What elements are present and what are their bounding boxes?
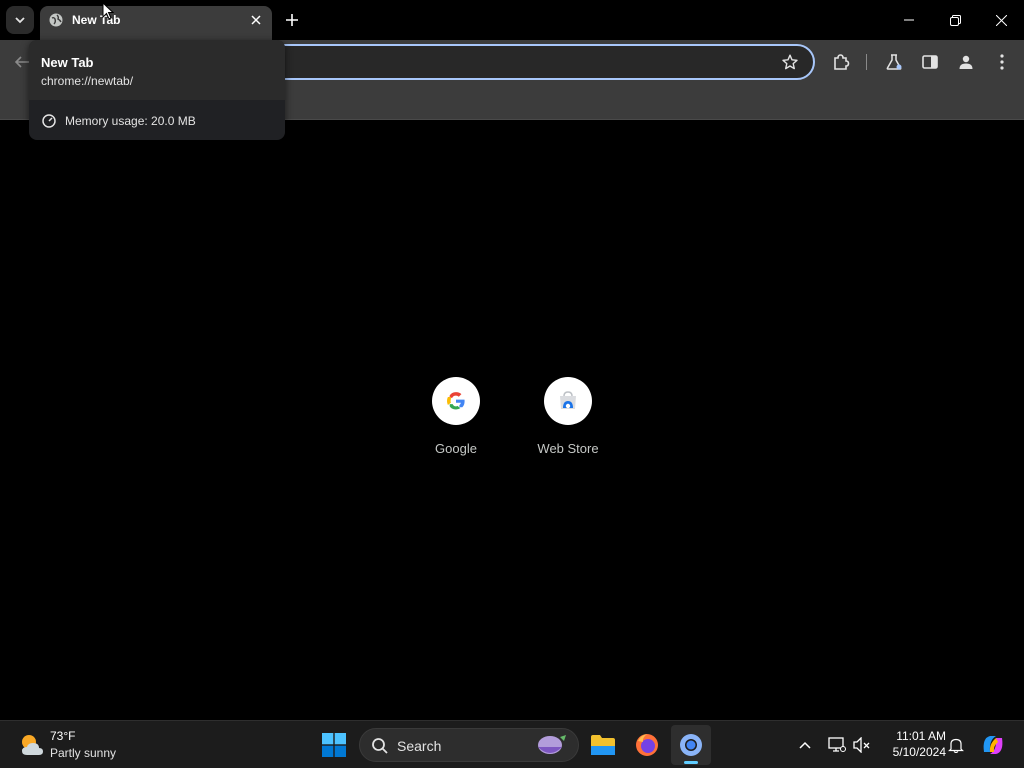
web-store-icon — [560, 391, 576, 409]
extensions-button[interactable] — [829, 50, 853, 74]
gauge-icon — [42, 114, 56, 128]
side-panel-button[interactable] — [918, 50, 942, 74]
volume-button[interactable] — [851, 734, 873, 756]
search-icon — [372, 738, 388, 754]
copilot-icon — [983, 736, 1003, 754]
chrome-icon — [680, 734, 702, 756]
profile-icon — [959, 55, 973, 69]
taskbar-file-explorer[interactable] — [583, 725, 623, 765]
labs-flask-icon — [886, 54, 902, 70]
new-tab-page: Google Web Store — [0, 121, 1024, 720]
restore-icon — [949, 14, 961, 26]
tab-close-button[interactable] — [248, 12, 264, 28]
plus-icon — [286, 14, 298, 26]
new-tab-button[interactable] — [280, 8, 304, 32]
shortcut-web-store[interactable]: Web Store — [512, 371, 624, 471]
weather-temperature: 73°F — [50, 729, 76, 743]
windows-logo-icon — [322, 733, 346, 757]
tab-hover-card: New Tab chrome://newtab/ Memory usage: 2… — [29, 40, 285, 140]
firefox-icon — [636, 734, 658, 756]
network-button[interactable] — [826, 734, 848, 756]
back-arrow-icon — [14, 56, 29, 68]
chevron-up-icon — [799, 741, 811, 749]
close-icon — [251, 15, 261, 25]
volume-muted-icon — [853, 737, 870, 753]
partly-sunny-icon — [22, 735, 43, 755]
toolbar-separator — [866, 54, 867, 70]
search-placeholder: Search — [397, 738, 442, 754]
bell-icon — [948, 738, 964, 753]
hover-card-title: New Tab — [41, 55, 94, 70]
taskbar-chrome[interactable] — [671, 725, 711, 765]
shortcut-label: Google — [435, 441, 477, 456]
copilot-button[interactable] — [980, 732, 1006, 758]
tab-strip: New Tab — [0, 0, 1024, 40]
clock[interactable]: 11:01 AM 5/10/2024 — [876, 728, 946, 760]
search-highlight-icon — [538, 735, 566, 754]
taskbar: 73°F Partly sunny Search 11:01 AM 5/10/2… — [0, 720, 1024, 768]
network-icon — [828, 737, 846, 752]
tab-search-button[interactable] — [6, 6, 34, 34]
hover-card-url: chrome://newtab/ — [41, 74, 134, 88]
taskbar-firefox[interactable] — [627, 725, 667, 765]
notifications-button[interactable] — [945, 734, 967, 756]
screen: New Tab Google Web Store New Tab chrome:… — [0, 0, 1024, 768]
chevron-down-icon — [15, 17, 25, 24]
taskbar-search[interactable]: Search — [359, 728, 579, 762]
shortcut-label: Web Store — [537, 441, 599, 456]
hover-card-header: New Tab chrome://newtab/ — [29, 40, 285, 100]
close-icon — [995, 14, 1007, 26]
bookmark-star-button[interactable] — [778, 50, 802, 74]
google-g-icon — [447, 392, 465, 410]
tab-new-tab[interactable]: New Tab — [40, 6, 272, 40]
folder-icon — [591, 735, 615, 755]
shortcut-icon-circle — [432, 377, 480, 425]
labs-button[interactable] — [882, 50, 906, 74]
more-menu-icon — [1000, 54, 1004, 70]
profile-button[interactable] — [954, 50, 978, 74]
close-window-button[interactable] — [978, 0, 1024, 40]
star-icon — [782, 54, 798, 70]
show-hidden-icons-button[interactable] — [794, 734, 816, 756]
hover-card-memory: Memory usage: 20.0 MB — [65, 114, 196, 128]
clock-date: 5/10/2024 — [892, 745, 946, 759]
mouse-cursor-icon — [102, 2, 114, 20]
restore-button[interactable] — [932, 0, 978, 40]
minimize-button[interactable] — [886, 0, 932, 40]
more-menu-button[interactable] — [990, 50, 1014, 74]
start-button[interactable] — [318, 729, 350, 761]
minimize-icon — [904, 19, 914, 21]
shortcut-icon-circle — [544, 377, 592, 425]
side-panel-icon — [922, 55, 938, 69]
active-app-indicator — [684, 761, 698, 764]
globe-icon — [49, 13, 63, 27]
shortcut-google[interactable]: Google — [400, 371, 512, 471]
weather-description: Partly sunny — [50, 746, 117, 760]
extensions-icon — [834, 54, 850, 70]
clock-time: 11:01 AM — [896, 729, 946, 743]
